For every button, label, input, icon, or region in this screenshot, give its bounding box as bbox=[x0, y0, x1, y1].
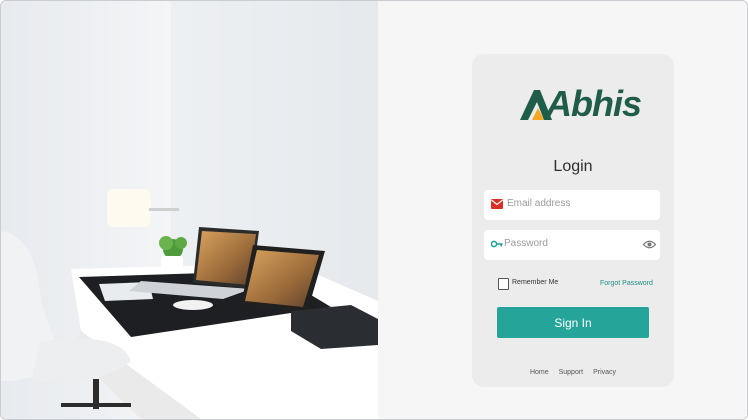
forgot-password-link[interactable]: Forgot Password bbox=[600, 280, 653, 287]
password-placeholder: Password bbox=[504, 238, 548, 249]
sign-in-button[interactable]: Sign In bbox=[497, 307, 649, 338]
mail-icon bbox=[491, 199, 503, 209]
email-field[interactable]: Email address bbox=[484, 190, 660, 220]
login-card: Abhis Login Email address Password Remem… bbox=[472, 54, 674, 387]
password-field[interactable]: Password bbox=[484, 230, 660, 260]
footer-link-home[interactable]: Home bbox=[530, 369, 549, 376]
login-panel: Abhis Login Email address Password Remem… bbox=[378, 1, 747, 419]
login-title: Login bbox=[553, 158, 593, 175]
email-placeholder: Email address bbox=[507, 198, 571, 209]
footer-link-support[interactable]: Support bbox=[559, 369, 584, 376]
workspace-illustration bbox=[1, 1, 378, 419]
remember-checkbox[interactable] bbox=[498, 278, 509, 290]
eye-icon[interactable] bbox=[643, 239, 656, 250]
key-icon bbox=[491, 240, 503, 248]
logo-text: Abhis bbox=[546, 83, 642, 124]
remember-label: Remember Me bbox=[512, 279, 559, 286]
footer-link-privacy[interactable]: Privacy bbox=[593, 369, 616, 376]
footer-links: Home Support Privacy bbox=[472, 369, 674, 376]
app-window: Abhis Login Email address Password Remem… bbox=[0, 0, 748, 420]
brand-logo: Abhis bbox=[518, 80, 642, 128]
